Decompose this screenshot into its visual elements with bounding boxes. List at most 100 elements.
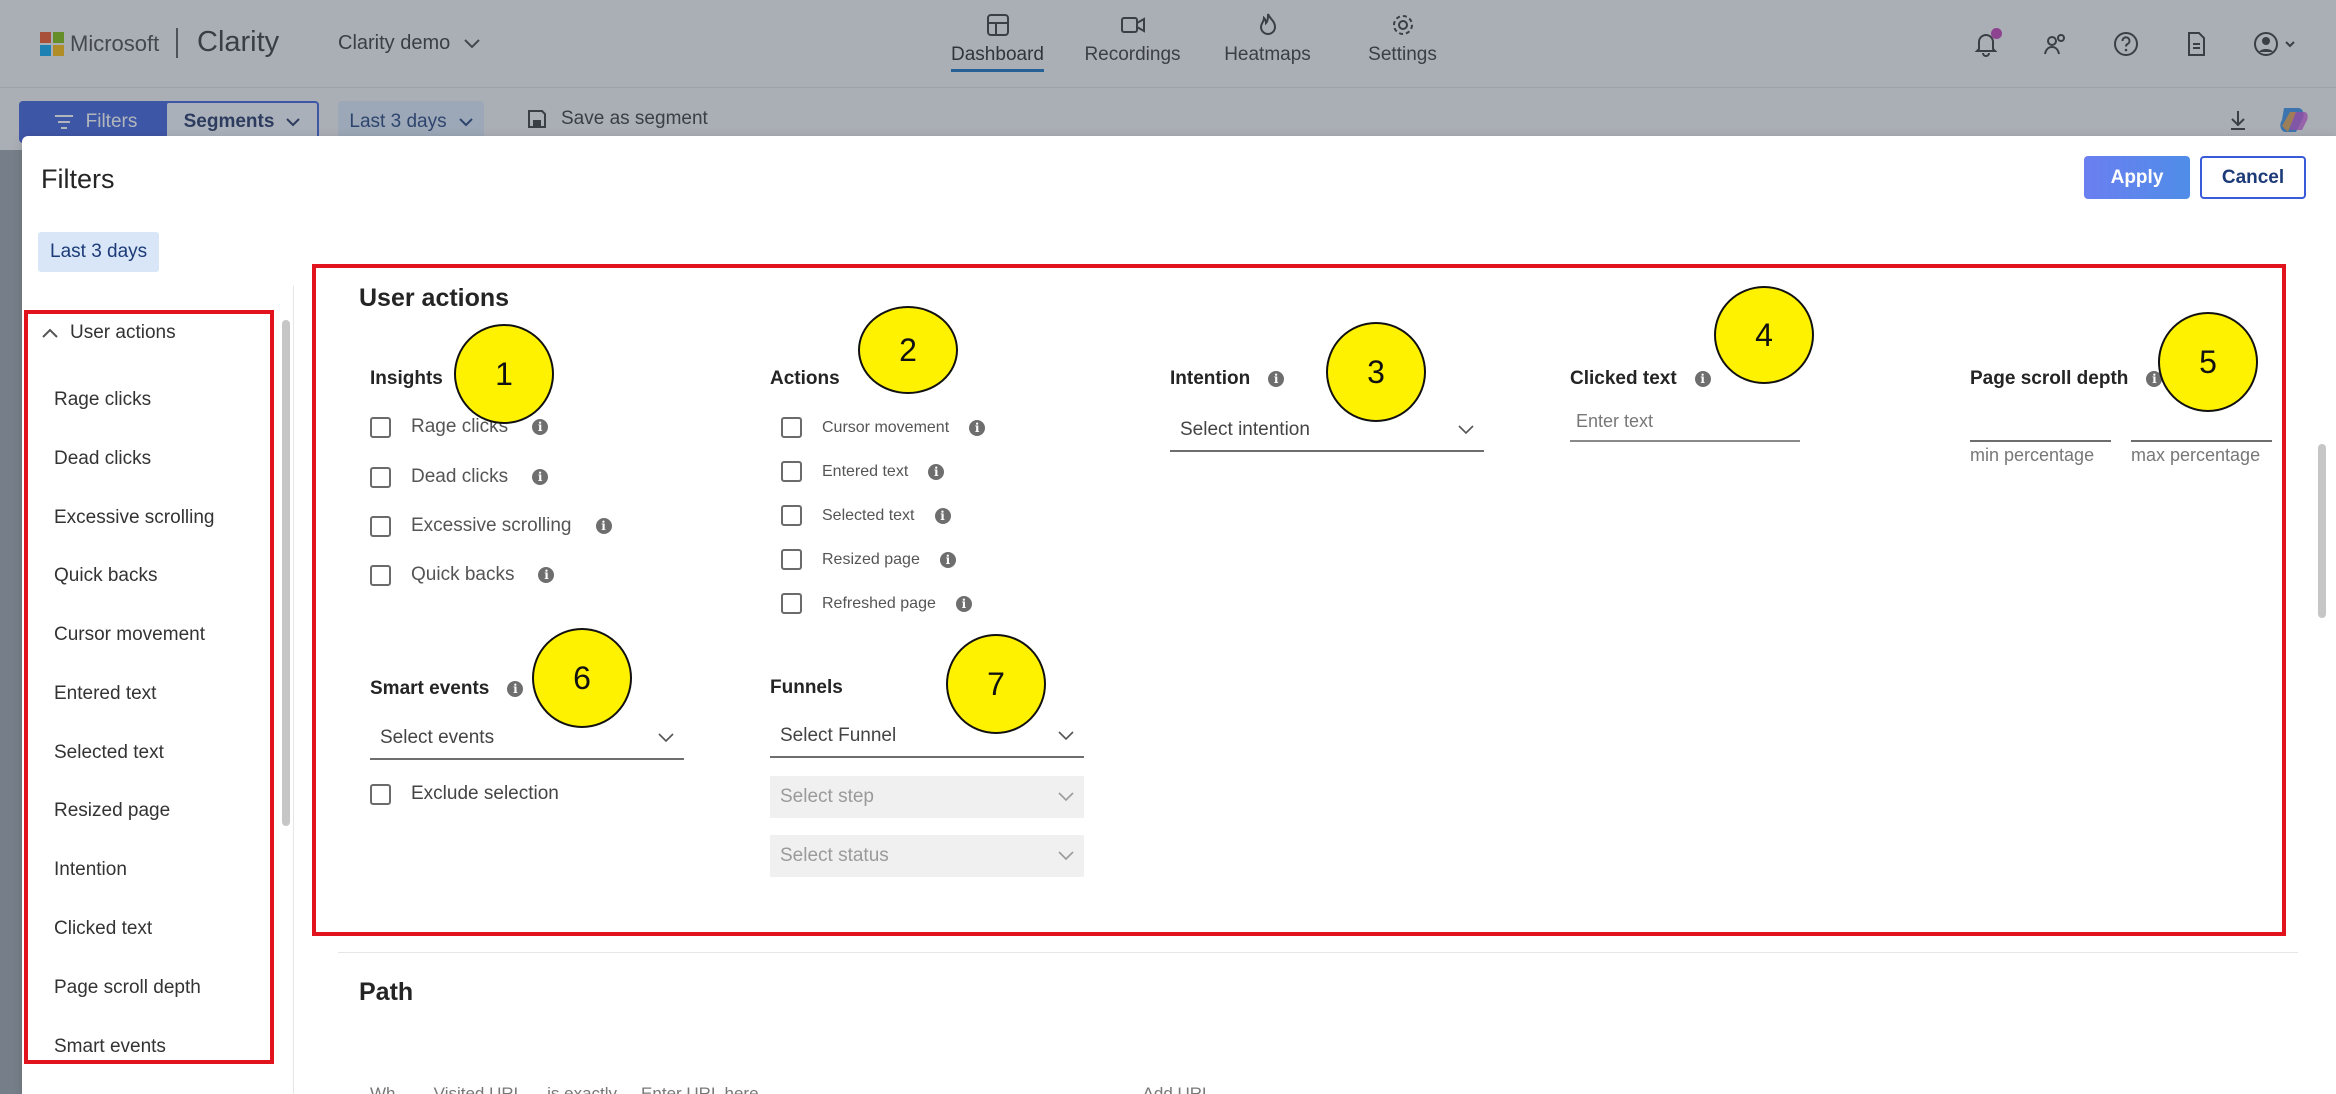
- scroll-depth-heading: Page scroll depth i: [1970, 368, 2163, 390]
- funnel-select[interactable]: Select Funnel: [770, 716, 1084, 758]
- checkbox-exclude-selection[interactable]: Exclude selection: [370, 783, 559, 805]
- checkbox-selected-text[interactable]: Selected text i: [781, 505, 951, 526]
- clicked-text-input[interactable]: Enter text: [1570, 402, 1800, 442]
- checkbox[interactable]: [781, 417, 802, 438]
- chevron-down-icon: [658, 733, 674, 743]
- checkbox-label: Dead clicks: [411, 466, 509, 487]
- checkbox-entered-text[interactable]: Entered text i: [781, 461, 945, 482]
- checkbox-label: Refreshed page: [822, 594, 936, 612]
- path-operator-select[interactable]: is exactly: [547, 1084, 617, 1094]
- checkbox-quick-backs[interactable]: Quick backs i: [370, 564, 555, 586]
- nav-scrollbar[interactable]: [282, 320, 290, 826]
- nav-item-excessive-scrolling[interactable]: Excessive scrolling: [54, 507, 215, 529]
- actions-heading-label: Actions: [770, 368, 840, 389]
- nav-section-user-actions[interactable]: User actions: [42, 322, 176, 344]
- funnel-placeholder: Select Funnel: [780, 725, 897, 746]
- clicked-text-heading: Clicked text i: [1570, 368, 1711, 390]
- info-icon[interactable]: i: [595, 518, 612, 534]
- info-icon[interactable]: i: [934, 507, 951, 524]
- user-actions-title: User actions: [359, 284, 510, 312]
- funnel-status-select: Select status: [770, 835, 1084, 877]
- info-icon[interactable]: i: [532, 419, 549, 435]
- checkbox[interactable]: [370, 783, 391, 805]
- info-icon[interactable]: i: [1694, 371, 1711, 387]
- status-placeholder: Select status: [780, 845, 889, 866]
- filters-dialog: Filters Apply Cancel Last 3 days User ac…: [22, 136, 2336, 1094]
- info-icon[interactable]: i: [939, 551, 956, 568]
- insights-heading-label: Insights: [370, 368, 443, 389]
- nav-section-label: User actions: [70, 322, 176, 343]
- intention-placeholder: Select intention: [1180, 419, 1310, 440]
- checkbox[interactable]: [370, 466, 391, 488]
- checkbox[interactable]: [370, 515, 391, 537]
- cancel-button[interactable]: Cancel: [2200, 156, 2306, 199]
- checkbox[interactable]: [370, 416, 391, 438]
- nav-item-selected-text[interactable]: Selected text: [54, 742, 164, 764]
- checkbox[interactable]: [781, 593, 802, 614]
- insights-heading: Insights: [370, 368, 443, 390]
- checkbox[interactable]: [370, 564, 391, 586]
- scroll-depth-min-input[interactable]: [1970, 402, 2111, 442]
- checkbox[interactable]: [781, 505, 802, 526]
- checkbox-label: Resized page: [822, 550, 920, 568]
- funnels-heading: Funnels: [770, 677, 843, 699]
- checkbox-cursor-movement[interactable]: Cursor movement i: [781, 417, 986, 438]
- min-percentage-hint: min percentage: [1970, 445, 2095, 465]
- nav-item-clicked-text[interactable]: Clicked text: [54, 918, 152, 940]
- annotation-badge-6: 6: [532, 628, 632, 728]
- intention-select[interactable]: Select intention: [1170, 410, 1484, 452]
- checkbox-label: Exclude selection: [411, 783, 559, 804]
- checkbox-resized-page[interactable]: Resized page i: [781, 549, 956, 570]
- nav-item-page-scroll-depth[interactable]: Page scroll depth: [54, 977, 201, 999]
- checkbox-dead-clicks[interactable]: Dead clicks i: [370, 466, 549, 488]
- info-icon[interactable]: i: [955, 595, 972, 612]
- add-url-button[interactable]: Add URL: [1143, 1084, 1212, 1094]
- nav-item-quick-backs[interactable]: Quick backs: [54, 565, 157, 587]
- checkbox-label: Entered text: [822, 462, 909, 480]
- intention-heading-label: Intention: [1170, 368, 1251, 389]
- scroll-depth-heading-label: Page scroll depth: [1970, 368, 2129, 389]
- funnels-heading-label: Funnels: [770, 677, 843, 698]
- nav-item-rage-clicks[interactable]: Rage clicks: [54, 389, 151, 411]
- info-icon[interactable]: i: [969, 419, 986, 436]
- content-scrollbar[interactable]: [2318, 444, 2326, 618]
- nav-item-intention[interactable]: Intention: [54, 859, 127, 881]
- step-placeholder: Select step: [780, 786, 874, 807]
- funnel-step-select: Select step: [770, 776, 1084, 818]
- chevron-up-icon: [42, 328, 58, 338]
- checkbox-label: Cursor movement: [822, 418, 950, 436]
- checkbox-label: Quick backs: [411, 564, 515, 585]
- smart-events-select[interactable]: Select events: [370, 718, 684, 760]
- chevron-down-icon: [1458, 425, 1474, 435]
- info-icon[interactable]: i: [928, 463, 945, 480]
- annotation-badge-2: 2: [858, 306, 958, 394]
- nav-item-smart-events[interactable]: Smart events: [54, 1036, 166, 1058]
- checkbox-excessive-scrolling[interactable]: Excessive scrolling i: [370, 515, 612, 537]
- checkbox-label: Selected text: [822, 506, 915, 524]
- checkbox[interactable]: [781, 549, 802, 570]
- info-icon[interactable]: i: [532, 469, 549, 485]
- actions-heading: Actions: [770, 368, 840, 390]
- annotation-badge-1: 1: [454, 324, 554, 424]
- checkbox[interactable]: [781, 461, 802, 482]
- path-type-select[interactable]: Visited URL: [434, 1084, 523, 1094]
- info-icon[interactable]: i: [1268, 371, 1285, 387]
- path-title: Path: [359, 978, 414, 1006]
- intention-heading: Intention i: [1170, 368, 1285, 390]
- apply-button[interactable]: Apply: [2084, 156, 2190, 199]
- clicked-text-heading-label: Clicked text: [1570, 368, 1677, 389]
- annotation-badge-4: 4: [1714, 286, 1814, 384]
- checkbox-refreshed-page[interactable]: Refreshed page i: [781, 593, 972, 614]
- nav-item-entered-text[interactable]: Entered text: [54, 683, 156, 705]
- nav-item-resized-page[interactable]: Resized page: [54, 800, 170, 822]
- chevron-down-icon: [1058, 792, 1074, 802]
- nav-item-dead-clicks[interactable]: Dead clicks: [54, 448, 151, 470]
- info-icon[interactable]: i: [538, 567, 555, 583]
- info-icon[interactable]: i: [507, 681, 524, 697]
- annotation-badge-7: 7: [946, 634, 1046, 734]
- path-url-input[interactable]: Enter URL here: [641, 1084, 758, 1094]
- date-range-chip[interactable]: Last 3 days: [38, 232, 160, 272]
- chevron-down-icon: [1058, 851, 1074, 861]
- nav-item-cursor-movement[interactable]: Cursor movement: [54, 624, 205, 646]
- checkbox-label: Excessive scrolling: [411, 515, 572, 536]
